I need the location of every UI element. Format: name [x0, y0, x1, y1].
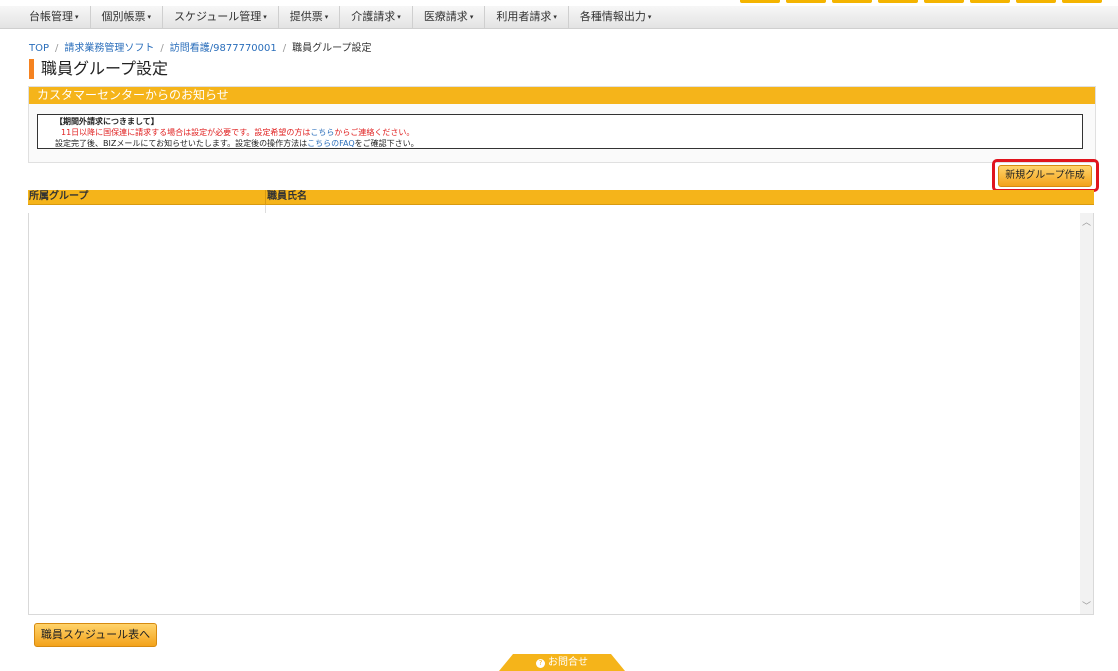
contact-tab[interactable]: ? お問合せ [499, 654, 625, 671]
notice-text: をご確認下さい。 [354, 139, 419, 148]
caret-down-icon: ▾ [75, 13, 79, 21]
menu-item-user-billing[interactable]: 利用者請求 ▾ [485, 6, 569, 28]
notice-line-2: 設定完了後、BIZメールにてお知らせいたします。設定後の操作方法はこちらのFAQ… [55, 138, 1082, 149]
caret-down-icon: ▾ [647, 13, 652, 21]
breadcrumb-billing-software[interactable]: 請求業務管理ソフト [64, 43, 154, 54]
column-header-staff-name[interactable]: 職員氏名 [266, 190, 307, 204]
contact-label-wrap: ? お問合せ [499, 655, 625, 670]
top-tab[interactable] [1016, 0, 1056, 3]
notice-text: 設定完了後、BIZメールにてお知らせいたします。設定後の操作方法は [55, 139, 308, 148]
menu-item-label: 台帳管理 [29, 10, 73, 23]
table-body: ︿ ﹀ [28, 213, 1094, 615]
scroll-down-icon[interactable]: ﹀ [1082, 599, 1091, 612]
notice-header: カスタマーセンターからのお知らせ [29, 87, 1095, 104]
menu-item-service-slip[interactable]: 提供票 ▾ [279, 6, 341, 28]
menu-item-ledger[interactable]: 台帳管理 ▾ [18, 6, 91, 28]
customer-center-notice: カスタマーセンターからのお知らせ 【期間外請求につきまして】 11日以降に国保連… [28, 86, 1096, 163]
top-tab[interactable] [786, 0, 826, 3]
menu-item-label: 各種情報出力 [579, 10, 646, 23]
title-accent-bar [29, 59, 34, 79]
menu-item-care-billing[interactable]: 介護請求 ▾ [340, 6, 413, 28]
breadcrumb-visiting-nursing[interactable]: 訪問看護/9877770001 [170, 43, 277, 54]
notice-message-box: 【期間外請求につきまして】 11日以降に国保連に請求する場合は設定が必要です。設… [37, 114, 1083, 149]
caret-down-icon: ▾ [263, 13, 267, 21]
caret-down-icon: ▾ [147, 13, 152, 21]
breadcrumb: TOP / 請求業務管理ソフト / 訪問看護/9877770001 / 職員グループ設定 [29, 39, 372, 54]
staff-schedule-button[interactable]: 職員スケジュール表へ [34, 623, 157, 647]
notice-text: 11日以降に国保連に請求する場合は設定が必要です。設定希望の方は [61, 128, 311, 137]
breadcrumb-top[interactable]: TOP [29, 43, 49, 54]
caret-down-icon: ▾ [397, 13, 401, 21]
top-tab[interactable] [878, 0, 918, 3]
menu-item-label: 提供票 [289, 10, 323, 23]
top-strip [0, 0, 1118, 5]
menu-item-medical-billing[interactable]: 医療請求 ▾ [413, 6, 486, 28]
new-group-button[interactable]: 新規グループ作成 [998, 165, 1092, 187]
main-menu-bar: 台帳管理 ▾ 個別帳票 ▾ スケジュール管理 ▾ 提供票 ▾ 介護請求 ▾ 医療請求 ▾ 利… [0, 6, 1118, 29]
top-tab[interactable] [970, 0, 1010, 3]
notice-text: からご連絡ください。 [334, 128, 415, 137]
menu-item-label: 利用者請求 [496, 10, 552, 23]
top-tab[interactable] [924, 0, 964, 3]
page-title: 職員グループ設定 [41, 59, 169, 78]
menu-item-data-export[interactable]: 各種情報出力 ▾ [569, 6, 663, 28]
contact-label: お問合せ [548, 657, 588, 668]
breadcrumb-separator: / [282, 43, 287, 54]
menu-item-individual-forms[interactable]: 個別帳票 ▾ [91, 6, 164, 28]
menu-item-label: 医療請求 [423, 10, 468, 23]
breadcrumb-separator: / [160, 43, 164, 54]
column-header-group[interactable]: 所属グループ [28, 190, 266, 204]
top-tab[interactable] [832, 0, 872, 3]
caret-down-icon: ▾ [324, 13, 329, 21]
table-header: 所属グループ 職員氏名 [28, 190, 1094, 205]
breadcrumb-separator: / [55, 43, 59, 54]
menu-item-label: 個別帳票 [101, 10, 146, 23]
notice-heading: 【期間外請求につきまして】 [55, 117, 159, 126]
top-tab[interactable] [1062, 0, 1102, 3]
vertical-scrollbar[interactable]: ︿ ﹀ [1080, 213, 1093, 614]
menu-item-schedule[interactable]: スケジュール管理 ▾ [163, 6, 279, 28]
scroll-up-icon[interactable]: ︿ [1082, 215, 1091, 228]
menu-item-label: スケジュール管理 [174, 10, 262, 23]
caret-down-icon: ▾ [553, 13, 557, 21]
table-cell [28, 205, 266, 213]
faq-link[interactable]: こちらのFAQ [307, 139, 355, 148]
question-circle-icon: ? [536, 659, 545, 668]
breadcrumb-current: 職員グループ設定 [292, 43, 372, 54]
contact-link[interactable]: こちら [310, 128, 334, 137]
caret-down-icon: ▾ [469, 13, 474, 21]
menu-item-label: 介護請求 [351, 10, 396, 23]
top-tab[interactable] [740, 0, 780, 3]
notice-line-1: 11日以降に国保連に請求する場合は設定が必要です。設定希望の方はこちらからご連絡… [55, 127, 1082, 138]
